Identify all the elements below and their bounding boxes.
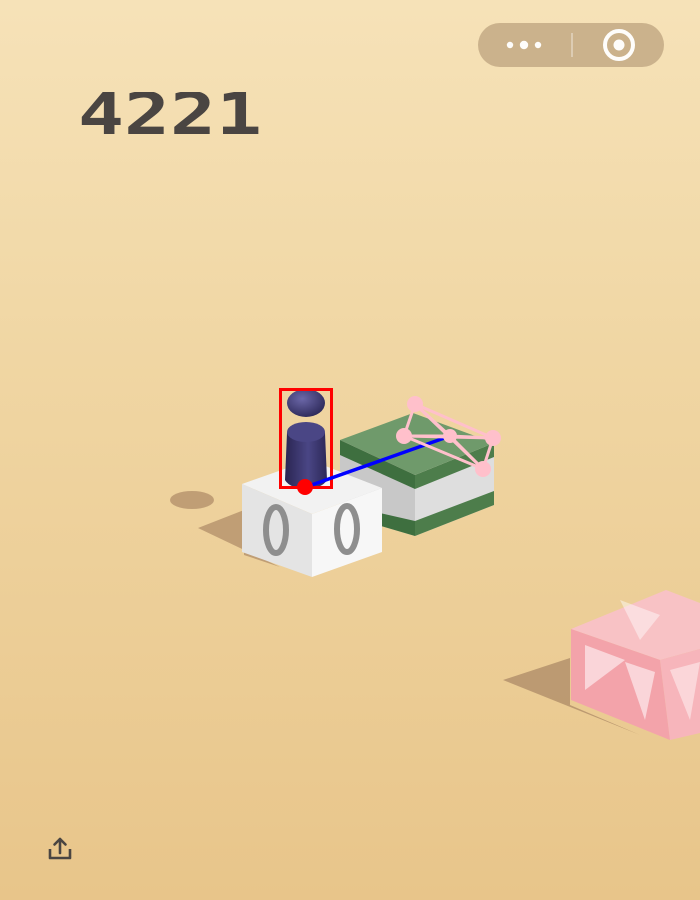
player-piece bbox=[285, 389, 327, 489]
player-anchor-point bbox=[297, 479, 313, 495]
share-upload-icon bbox=[48, 837, 72, 860]
game-scene[interactable] bbox=[0, 0, 700, 900]
pink-block bbox=[571, 590, 700, 740]
share-button[interactable] bbox=[45, 834, 75, 864]
